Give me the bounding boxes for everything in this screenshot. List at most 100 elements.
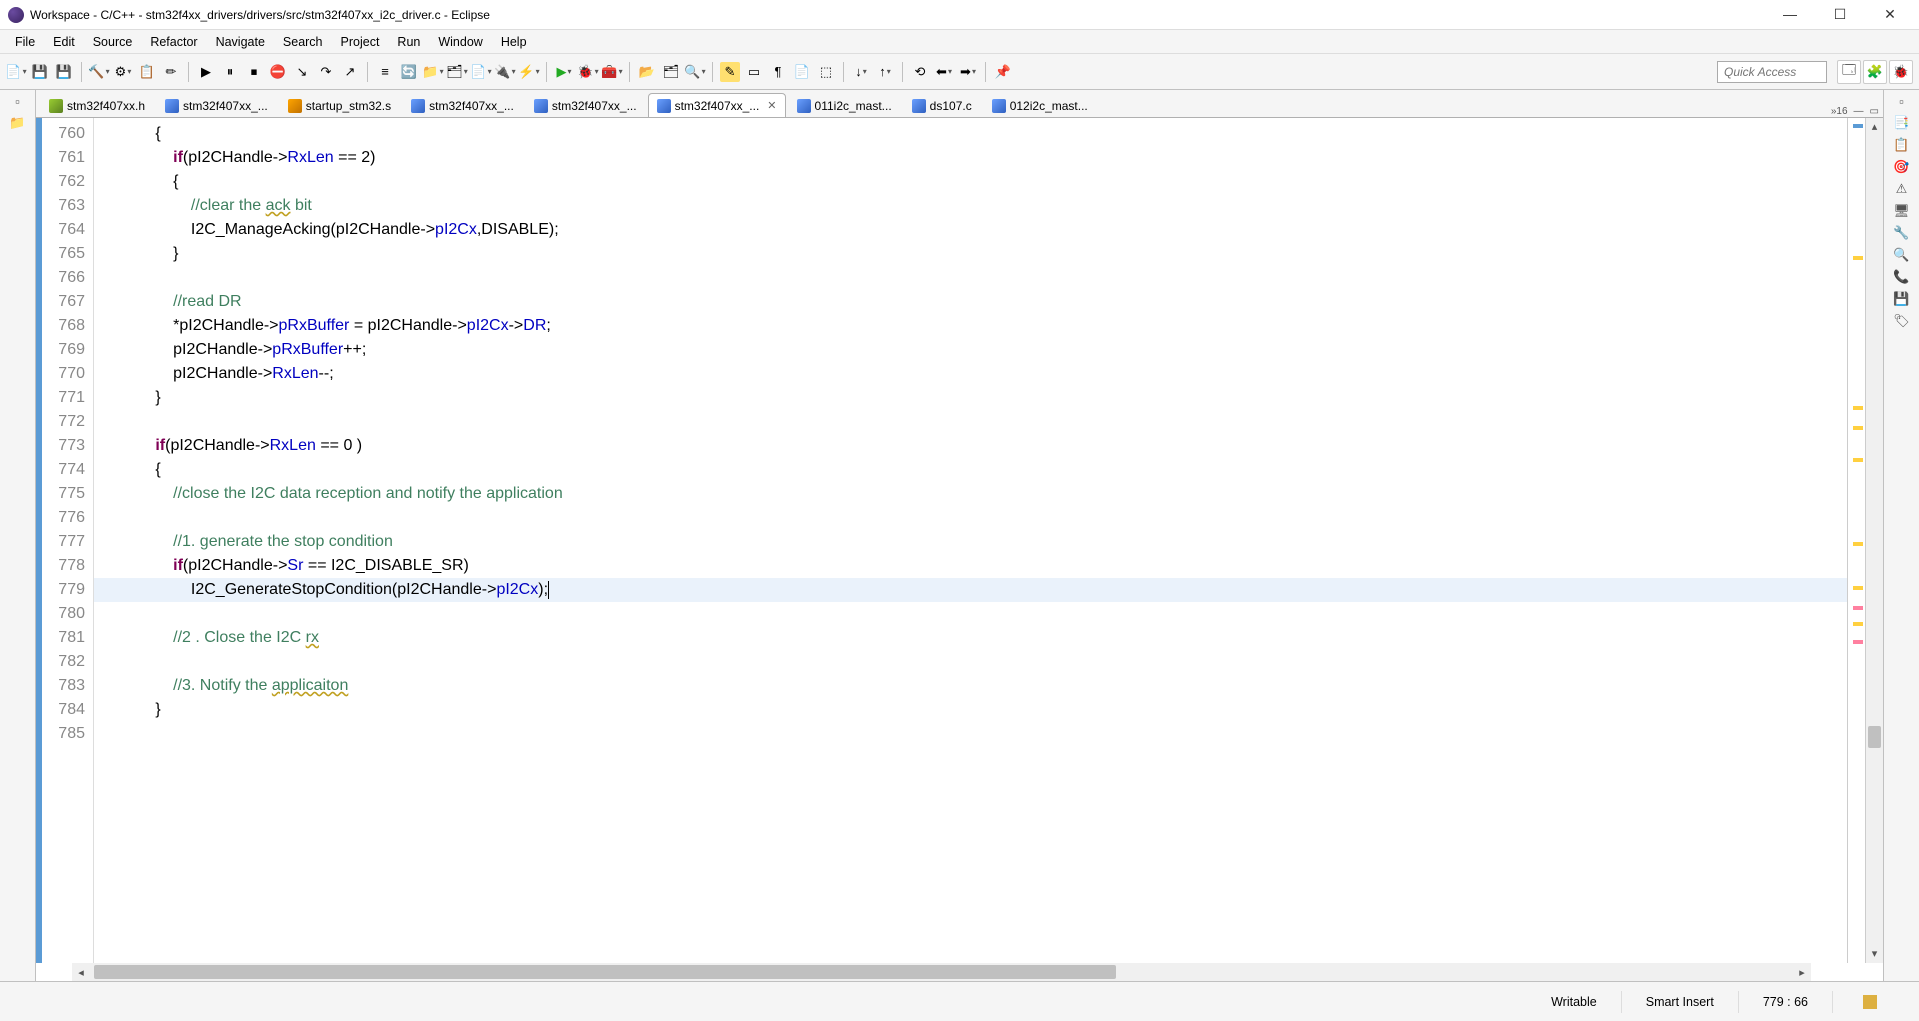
scroll-up-icon[interactable]: ▴ — [1866, 118, 1883, 136]
code-line[interactable]: //read DR — [94, 290, 1847, 314]
debug-button[interactable]: 🐞 — [578, 62, 598, 82]
step-return-button[interactable]: ↗ — [340, 62, 360, 82]
code-line[interactable]: pI2CHandle->RxLen--; — [94, 362, 1847, 386]
minimize-button[interactable]: — — [1775, 6, 1805, 23]
scroll-down-icon[interactable]: ▾ — [1866, 945, 1883, 963]
restore-left-icon[interactable]: ▫ — [15, 94, 20, 109]
step-into-button[interactable]: ↘ — [292, 62, 312, 82]
instruction-step-button[interactable]: ≡ — [375, 62, 395, 82]
terminate-button[interactable]: ⏹ — [244, 62, 264, 82]
build-config-button[interactable]: ⚙ — [113, 62, 133, 82]
code-line[interactable]: { — [94, 122, 1847, 146]
code-line[interactable]: //2 . Close the I2C rx — [94, 626, 1847, 650]
menu-window[interactable]: Window — [429, 32, 491, 52]
toggle-highlight-button[interactable]: ✎ — [720, 62, 740, 82]
menu-navigate[interactable]: Navigate — [207, 32, 274, 52]
code-line[interactable] — [94, 506, 1847, 530]
callhierarchy-view-icon[interactable]: 📞 — [1893, 269, 1909, 285]
close-tab-icon[interactable]: ✕ — [767, 99, 776, 112]
close-button[interactable]: ✕ — [1875, 6, 1905, 23]
code-editor[interactable]: 7607617627637647657667677687697707717727… — [36, 118, 1883, 963]
step-over-button[interactable]: ↷ — [316, 62, 336, 82]
toggle-source-button[interactable]: ⬚ — [816, 62, 836, 82]
hscroll-track[interactable] — [90, 963, 1793, 981]
code-line[interactable]: //close the I2C data reception and notif… — [94, 482, 1847, 506]
code-line[interactable]: { — [94, 458, 1847, 482]
scroll-left-icon[interactable]: ◂ — [72, 966, 90, 979]
code-line[interactable]: if(pI2CHandle->RxLen == 0 ) — [94, 434, 1847, 458]
scroll-thumb[interactable] — [1868, 726, 1881, 748]
menu-run[interactable]: Run — [388, 32, 429, 52]
save-button[interactable]: 💾 — [30, 62, 50, 82]
editor-tab[interactable]: ds107.c — [903, 93, 981, 117]
search-button[interactable]: 🔍 — [685, 62, 705, 82]
menu-search[interactable]: Search — [274, 32, 332, 52]
problems-view-icon[interactable]: ⚠ — [1896, 181, 1908, 197]
code-line[interactable] — [94, 602, 1847, 626]
editor-tab[interactable]: stm32f407xx.h — [40, 93, 154, 117]
code-line[interactable]: { — [94, 170, 1847, 194]
status-updates-icon[interactable] — [1863, 995, 1877, 1009]
code-line[interactable]: I2C_GenerateStopCondition(pI2CHandle->pI… — [94, 578, 1847, 602]
code-line[interactable]: } — [94, 698, 1847, 722]
menu-edit[interactable]: Edit — [44, 32, 84, 52]
code-line[interactable] — [94, 722, 1847, 746]
open-element-button[interactable]: 🗂 — [661, 62, 681, 82]
cpp-perspective-button[interactable]: 🧩 — [1863, 60, 1887, 84]
code-line[interactable]: if(pI2CHandle->Sr == I2C_DISABLE_SR) — [94, 554, 1847, 578]
editor-tab[interactable]: stm32f407xx_... — [525, 93, 646, 117]
code-line[interactable]: *pI2CHandle->pRxBuffer = pI2CHandle->pI2… — [94, 314, 1847, 338]
code-body[interactable]: { if(pI2CHandle->RxLen == 2) { //clear t… — [94, 118, 1847, 963]
disconnect-button[interactable]: ⛔ — [268, 62, 288, 82]
forward-button[interactable]: ➡ — [958, 62, 978, 82]
tasks-view-icon[interactable]: 📋 — [1893, 137, 1909, 153]
menu-refactor[interactable]: Refactor — [141, 32, 206, 52]
build-button[interactable]: 🔨 — [89, 62, 109, 82]
editor-tab[interactable]: stm32f407xx_... — [402, 93, 523, 117]
code-line[interactable]: //1. generate the stop condition — [94, 530, 1847, 554]
run-button[interactable]: ▶ — [554, 62, 574, 82]
debug-perspective-button[interactable]: 🐞 — [1889, 60, 1913, 84]
code-line[interactable]: //3. Notify the applicaiton — [94, 674, 1847, 698]
make-target-icon[interactable]: 🎯 — [1893, 159, 1909, 175]
editor-tab[interactable]: stm32f407xx_... — [156, 93, 277, 117]
back-button[interactable]: ⬅ — [934, 62, 954, 82]
toggle-mark-button[interactable]: ✏ — [161, 62, 181, 82]
variables-view-icon[interactable]: 🏷 — [1893, 313, 1910, 329]
menu-source[interactable]: Source — [84, 32, 142, 52]
code-line[interactable]: pI2CHandle->pRxBuffer++; — [94, 338, 1847, 362]
profile-button[interactable]: ⚡ — [519, 62, 539, 82]
prev-annotation-button[interactable]: ↑ — [875, 62, 895, 82]
code-line[interactable]: if(pI2CHandle->RxLen == 2) — [94, 146, 1847, 170]
maximize-button[interactable]: ☐ — [1825, 6, 1855, 23]
editor-tab[interactable]: 012i2c_mast... — [983, 93, 1097, 117]
editor-tab[interactable]: stm32f407xx_...✕ — [648, 93, 786, 117]
search-view-icon[interactable]: 🔍 — [1893, 247, 1909, 263]
tabs-overflow-count[interactable]: »16 — [1831, 106, 1848, 117]
pin-editor-button[interactable]: 📌 — [993, 62, 1013, 82]
code-line[interactable]: I2C_ManageAcking(pI2CHandle->pI2Cx,DISAB… — [94, 218, 1847, 242]
skip-breakpoints-button[interactable]: 📁 — [423, 62, 443, 82]
build-target-button[interactable]: 📋 — [137, 62, 157, 82]
code-line[interactable] — [94, 266, 1847, 290]
properties-view-icon[interactable]: 🔧 — [1893, 225, 1909, 241]
toggle-word-wrap-button[interactable]: 📄 — [792, 62, 812, 82]
menu-file[interactable]: File — [6, 32, 44, 52]
code-line[interactable]: } — [94, 242, 1847, 266]
suspend-button[interactable]: ⏸ — [220, 62, 240, 82]
code-line[interactable]: //clear the ack bit — [94, 194, 1847, 218]
vertical-scrollbar[interactable]: ▴ ▾ — [1865, 118, 1883, 963]
scroll-track[interactable] — [1866, 136, 1883, 945]
horizontal-scrollbar[interactable]: ◂ ▸ — [72, 963, 1811, 981]
editor-tab[interactable]: startup_stm32.s — [279, 93, 400, 117]
menu-project[interactable]: Project — [332, 32, 389, 52]
show-whitespace-button[interactable]: ¶ — [768, 62, 788, 82]
code-line[interactable] — [94, 410, 1847, 434]
last-edit-button[interactable]: ⟲ — [910, 62, 930, 82]
save-all-button[interactable]: 💾 — [54, 62, 74, 82]
project-explorer-icon[interactable]: 📁 — [9, 115, 25, 131]
outline-view-icon[interactable]: 📑 — [1893, 115, 1909, 131]
code-line[interactable] — [94, 650, 1847, 674]
memory-view-icon[interactable]: 💾 — [1893, 291, 1909, 307]
maximize-editor-icon[interactable]: ▭ — [1870, 106, 1879, 117]
